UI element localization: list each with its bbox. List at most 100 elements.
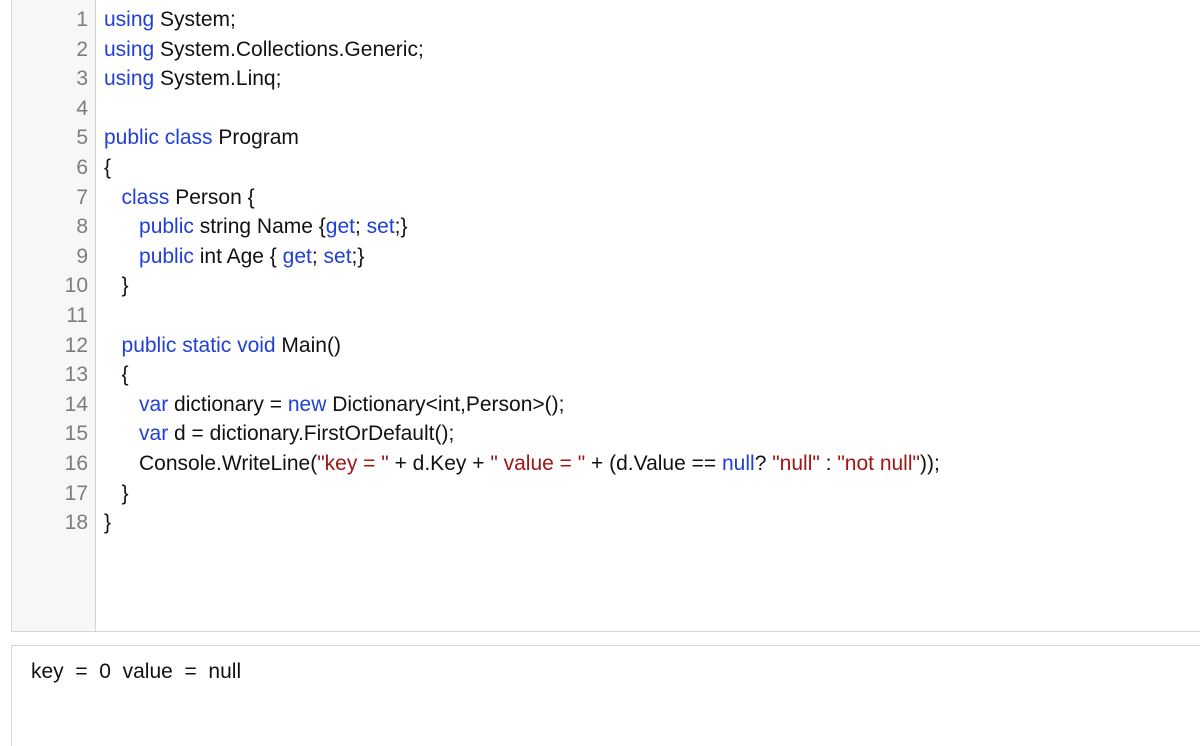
code-line: 18} bbox=[12, 508, 1200, 538]
keyword: public bbox=[139, 244, 194, 268]
code-text: dictionary = bbox=[168, 392, 288, 416]
code-line: 4 bbox=[12, 94, 1200, 124]
line-number: 10 bbox=[64, 274, 88, 298]
code-line: 16 Console.WriteLine("key = " + d.Key + … bbox=[12, 449, 1200, 479]
line-number: 8 bbox=[76, 215, 88, 239]
line-content[interactable]: using System.Linq; bbox=[104, 64, 281, 94]
code-line: 13 { bbox=[12, 360, 1200, 390]
line-number: 9 bbox=[76, 244, 88, 268]
keyword: using bbox=[104, 8, 155, 31]
code-text: } bbox=[104, 481, 129, 505]
keyword: var bbox=[139, 392, 169, 416]
code-text: string Name { bbox=[193, 215, 326, 239]
keyword: class bbox=[121, 185, 170, 209]
string-literal: "not null" bbox=[837, 451, 920, 475]
output-text: key = 0 value = null bbox=[31, 660, 242, 683]
line-number: 1 bbox=[76, 8, 88, 31]
code-text: Main() bbox=[275, 333, 341, 357]
keyword: using bbox=[104, 67, 155, 91]
code-line: 11 bbox=[12, 301, 1200, 331]
code-text: : bbox=[819, 451, 838, 475]
output-panel: key = 0 value = null bbox=[11, 645, 1200, 746]
code-text: )); bbox=[919, 451, 940, 475]
keyword: set bbox=[366, 215, 395, 239]
code-line: 15 var d = dictionary.FirstOrDefault(); bbox=[12, 419, 1200, 449]
line-content[interactable]: { bbox=[104, 153, 111, 183]
line-number: 3 bbox=[76, 67, 88, 91]
code-text: } bbox=[104, 511, 112, 535]
keyword: get bbox=[282, 244, 312, 268]
line-number: 14 bbox=[64, 392, 88, 416]
keyword: public class bbox=[104, 126, 213, 150]
keyword: null bbox=[722, 451, 755, 475]
code-text: + d.Key + bbox=[388, 451, 491, 475]
code-line: 6{ bbox=[12, 153, 1200, 183]
code-line: 3 using System.Linq; bbox=[12, 64, 1200, 94]
line-content[interactable]: } bbox=[104, 479, 129, 509]
code-text: Person { bbox=[169, 185, 255, 209]
line-number: 12 bbox=[64, 333, 88, 357]
string-literal: " value = " bbox=[490, 451, 586, 475]
line-content[interactable]: public string Name {get; set;} bbox=[104, 212, 408, 242]
code-text: System; bbox=[154, 8, 236, 31]
code-text: ;} bbox=[351, 244, 365, 268]
line-content[interactable]: } bbox=[104, 271, 129, 301]
code-text: Dictionary<int,Person>(); bbox=[326, 392, 565, 416]
code-line: 17 } bbox=[12, 479, 1200, 509]
code-text: int Age { bbox=[193, 244, 283, 268]
line-content[interactable]: public static void Main() bbox=[104, 331, 341, 361]
code-line: 10 } bbox=[12, 271, 1200, 301]
code-line: 5 public class Program bbox=[12, 123, 1200, 153]
line-number: 17 bbox=[64, 481, 88, 505]
line-number: 6 bbox=[76, 155, 88, 179]
code-text: ; bbox=[354, 215, 367, 239]
line-number: 7 bbox=[76, 185, 88, 209]
line-number: 13 bbox=[64, 363, 88, 387]
code-text: System.Linq; bbox=[154, 67, 282, 91]
line-content[interactable]: var d = dictionary.FirstOrDefault(); bbox=[104, 419, 454, 449]
keyword: set bbox=[323, 244, 352, 268]
code-line: 14 var dictionary = new Dictionary<int,P… bbox=[12, 390, 1200, 420]
line-content[interactable]: using System; bbox=[104, 5, 236, 35]
code-text: Console.WriteLine( bbox=[104, 451, 318, 475]
line-content[interactable]: class Person { bbox=[104, 183, 255, 213]
code-lines: 1 using System; 2 using System.Collections… bbox=[12, 5, 1200, 538]
line-number: 15 bbox=[64, 422, 88, 446]
code-text: { bbox=[104, 155, 112, 179]
line-number: 4 bbox=[76, 96, 88, 120]
keyword: using bbox=[104, 37, 155, 61]
code-text: ; bbox=[311, 244, 324, 268]
keyword: public static void bbox=[121, 333, 276, 357]
keyword: public bbox=[139, 215, 194, 239]
line-content[interactable]: } bbox=[104, 508, 111, 538]
line-content[interactable]: public class Program bbox=[104, 123, 299, 153]
code-text: + (d.Value == bbox=[585, 451, 722, 475]
code-editor[interactable]: 1 using System; 2 using System.Collections… bbox=[11, 0, 1200, 632]
line-content[interactable]: Console.WriteLine("key = " + d.Key + " v… bbox=[104, 449, 940, 479]
code-line: 2 using System.Collections.Generic; bbox=[12, 35, 1200, 65]
string-literal: "key = " bbox=[317, 451, 389, 475]
code-line: 1 using System; bbox=[12, 5, 1200, 35]
keyword: var bbox=[139, 422, 169, 446]
line-number: 5 bbox=[76, 126, 88, 150]
line-content[interactable]: using System.Collections.Generic; bbox=[104, 35, 424, 65]
string-literal: "null" bbox=[772, 451, 820, 475]
code-text: ? bbox=[754, 451, 773, 475]
code-text: Program bbox=[212, 126, 299, 150]
keyword: get bbox=[325, 215, 355, 239]
code-text: System.Collections.Generic; bbox=[154, 37, 424, 61]
code-line: 7 class Person { bbox=[12, 183, 1200, 213]
code-text: { bbox=[104, 363, 129, 387]
code-line: 9 public int Age { get; set;} bbox=[12, 242, 1200, 272]
line-content[interactable]: var dictionary = new Dictionary<int,Pers… bbox=[104, 390, 565, 420]
line-content[interactable]: public int Age { get; set;} bbox=[104, 242, 364, 272]
line-content[interactable]: { bbox=[104, 360, 129, 390]
code-text: ;} bbox=[394, 215, 408, 239]
keyword: new bbox=[287, 392, 327, 416]
code-text: } bbox=[104, 274, 129, 298]
